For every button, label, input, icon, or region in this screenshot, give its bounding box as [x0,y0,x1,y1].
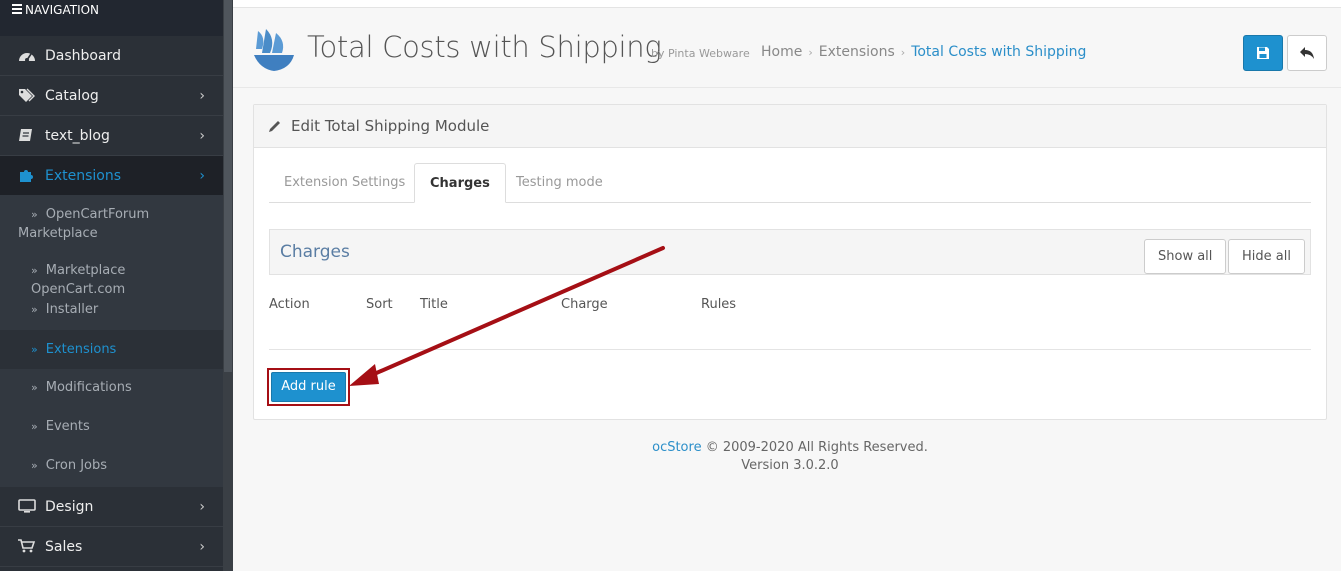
sidebar-item-label: Extensions [45,168,122,184]
sidebar-item-design[interactable]: Design › [0,487,223,527]
column-header-action: Action [269,297,310,312]
submenu-item-label: Marketplace OpenCart.com [31,263,126,297]
sidebar-item-extensions[interactable]: Extensions › [0,156,223,196]
double-chevron-icon: » [31,208,38,221]
chevron-right-icon: › [199,88,205,104]
edit-panel: Edit Total Shipping Module Extension Set… [253,104,1327,420]
panel-heading: Edit Total Shipping Module [254,105,1326,148]
submenu-item-label: Installer [45,302,99,317]
breadcrumb-extensions[interactable]: Extensions [819,44,895,60]
submenu-item-label: Modifications [45,380,132,395]
sidebar-item-label: text_blog [45,128,110,144]
column-header-sort: Sort [366,297,393,312]
main-content: Total Costs with Shipping by Pinta Webwa… [233,0,1341,571]
tags-icon [19,88,35,102]
double-chevron-icon: » [31,264,38,277]
footer-version: Version 3.0.2.0 [741,458,839,473]
sidebar-scrollbar-thumb[interactable] [224,0,232,372]
breadcrumb: Home › Extensions › Total Costs with Shippin… [761,44,1086,60]
double-chevron-icon: » [31,420,38,433]
column-header-charge: Charge [561,297,608,312]
charges-header: Charges Show all Hide all [269,229,1311,275]
tab-testing-mode[interactable]: Testing mode [501,163,618,203]
submenu-item-label: Extensions [45,342,117,357]
submenu-item-modifications[interactable]: » Modifications [0,378,223,397]
sidebar-scrollbar[interactable] [223,0,233,571]
submenu-item-extensions[interactable]: » Extensions [0,330,223,369]
sidebar-item-label: Sales [45,539,83,555]
monitor-icon [18,499,36,513]
chevron-right-icon: › [199,168,205,184]
pencil-icon [269,121,280,132]
footer: ocStore © 2009-2020 All Rights Reserved.… [233,439,1341,475]
panel-title: Edit Total Shipping Module [291,117,490,135]
hide-all-button[interactable]: Hide all [1228,239,1305,274]
tabs: Extension Settings Charges Testing mode [269,163,1311,203]
book-icon [19,129,32,141]
navigation-header-label: NAVIGATION [25,3,100,17]
tab-extension-settings[interactable]: Extension Settings [269,163,420,203]
submenu-item-cron-jobs[interactable]: » Cron Jobs [0,456,223,475]
sidebar-item-sales[interactable]: Sales › [0,527,223,567]
page-title: Total Costs with Shipping [307,30,662,64]
show-all-button[interactable]: Show all [1144,239,1227,274]
column-header-title: Title [420,297,448,312]
page-header: Total Costs with Shipping by Pinta Webwa… [233,8,1341,88]
sidebar-item-catalog[interactable]: Catalog › [0,76,223,116]
double-chevron-icon: » [31,343,38,356]
add-rule-button[interactable]: Add rule [271,372,346,402]
double-chevron-icon: » [31,459,38,472]
dashboard-icon [19,53,35,62]
breadcrumb-current[interactable]: Total Costs with Shipping [911,44,1086,60]
charges-title: Charges [280,242,350,262]
sidebar-item-label: Design [45,499,94,515]
sidebar-item-dashboard[interactable]: Dashboard [0,36,223,76]
sidebar-item-text-blog[interactable]: text_blog › [0,116,223,156]
footer-rights: © 2009-2020 All Rights Reserved. [705,440,928,455]
sidebar-item-label: Dashboard [45,48,121,64]
puzzle-icon [20,170,33,182]
cart-icon [18,539,36,553]
submenu-item-label: Events [45,419,90,434]
double-chevron-icon: » [31,303,38,316]
breadcrumb-separator-icon: › [808,46,813,59]
chevron-right-icon: › [199,499,205,515]
submenu-item-opencartforum-marketplace[interactable]: » OpenCartForum Marketplace [0,205,223,243]
save-button[interactable] [1243,35,1283,71]
submenu-item-label: Cron Jobs [45,458,108,473]
author-byline: by Pinta Webware [651,47,750,60]
column-header-rules: Rules [701,297,737,312]
top-bar [233,0,1341,8]
submenu-item-events[interactable]: » Events [0,417,223,436]
hamburger-icon [12,4,22,16]
submenu-item-marketplace-opencart[interactable]: » Marketplace OpenCart.com [0,261,223,299]
chevron-right-icon: › [199,539,205,555]
floppy-disk-icon [1257,47,1269,59]
reply-arrow-icon [1300,47,1314,59]
sidebar-item-label: Catalog [45,88,99,104]
breadcrumb-home[interactable]: Home [761,44,802,60]
tab-charges[interactable]: Charges [414,163,506,203]
table-divider [269,349,1311,350]
navigation-header[interactable]: NAVIGATION [0,0,223,36]
double-chevron-icon: » [31,381,38,394]
extensions-submenu: » OpenCartForum Marketplace » Marketplace … [0,195,223,487]
ship-logo-icon [254,29,294,71]
back-button[interactable] [1287,35,1327,71]
add-rule-highlight: Add rule [267,368,350,406]
sidebar: NAVIGATION Dashboard Catalog › text_blog… [0,0,233,571]
breadcrumb-separator-icon: › [900,46,906,59]
chevron-right-icon: › [199,128,205,144]
submenu-item-installer[interactable]: » Installer [0,300,223,319]
footer-brand-link[interactable]: ocStore [652,440,701,455]
